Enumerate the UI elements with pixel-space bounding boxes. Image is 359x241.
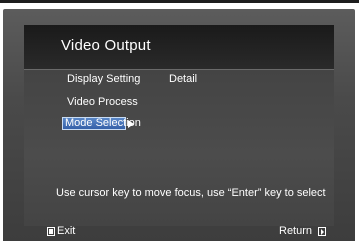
exit-label[interactable]: Exit [57,225,75,238]
top-divider [0,0,359,3]
submenu-arrow-icon [128,120,134,128]
return-button-icon[interactable] [318,227,326,236]
page-title: Video Output [61,37,151,54]
exit-button-icon[interactable] [47,227,55,236]
menu-item-video-process[interactable]: Video Process [67,96,138,109]
menu-item-label: Display Setting [67,73,141,85]
menu-item-mode-selection[interactable]: Mode Selection [62,117,141,130]
menu-item-display-setting[interactable]: Display Setting [67,73,140,86]
help-text: Use cursor key to move focus, use “Enter… [56,187,326,199]
display-setting-value: Detail [169,73,198,85]
menu-item-label: Video Process [67,96,138,108]
return-label[interactable]: Return [279,225,312,238]
